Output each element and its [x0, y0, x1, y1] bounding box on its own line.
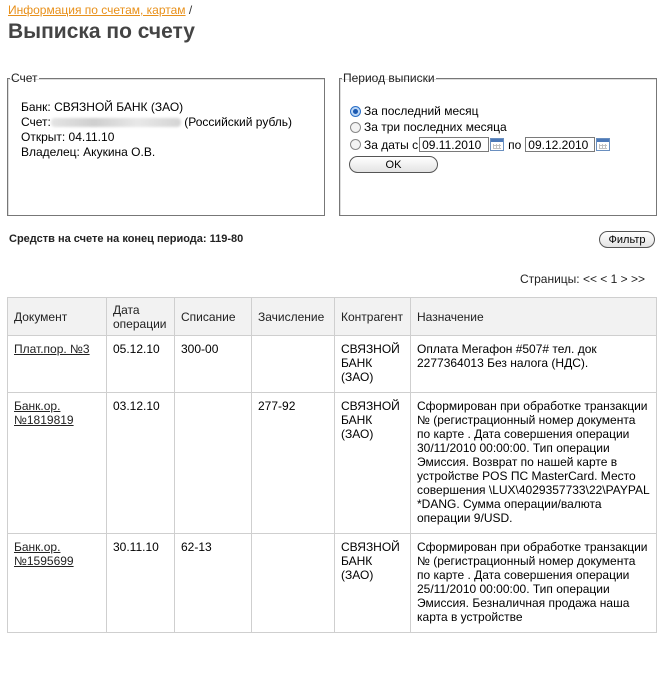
period-option-three-months[interactable]: За три последних месяца — [350, 120, 507, 134]
cell-date: 30.11.10 — [106, 533, 175, 633]
date-from-input[interactable] — [419, 137, 490, 152]
period-option-label: За три последних месяца — [364, 120, 507, 134]
column-header-date: Дата операции — [106, 297, 175, 336]
cell-purpose: Сформирован при обработке транзакции № (… — [410, 533, 657, 633]
period-option-last-month[interactable]: За последний месяц — [350, 104, 479, 118]
column-header-credit: Зачисление — [251, 297, 335, 336]
period-option-dates[interactable]: За даты с по — [350, 137, 614, 152]
filter-button[interactable]: Фильтр — [599, 231, 655, 248]
column-header-counterparty: Контрагент — [334, 297, 411, 336]
cell-credit — [251, 335, 335, 393]
period-option-label: За даты с — [364, 137, 419, 152]
account-currency: (Российский рубль) — [184, 115, 293, 129]
table-row: Банк.ор. №1819819 03.12.10 277-92 СВЯЗНО… — [7, 392, 657, 534]
column-header-document: Документ — [7, 297, 107, 336]
document-link[interactable]: Банк.ор. №1819819 — [14, 399, 74, 427]
date-to-input[interactable] — [525, 137, 596, 152]
breadcrumb: Информация по счетам, картам / — [8, 3, 192, 17]
period-end-balance: Средств на счете на конец периода: 119-8… — [9, 233, 244, 245]
radio-last-month[interactable] — [350, 105, 361, 117]
cell-counterparty: СВЯЗНОЙ БАНК (ЗАО) — [334, 392, 411, 534]
period-option-label: За последний месяц — [364, 104, 479, 118]
cell-debit — [174, 392, 252, 534]
breadcrumb-link-accounts[interactable]: Информация по счетам, картам — [8, 3, 186, 17]
account-number-label: Счет: — [21, 115, 51, 129]
cell-debit: 62-13 — [174, 533, 252, 633]
document-link[interactable]: Банк.ор. №1595699 — [14, 540, 74, 568]
page-title: Выписка по счету — [8, 20, 195, 43]
cell-counterparty: СВЯЗНОЙ БАНК (ЗАО) — [334, 335, 411, 393]
date-to-label: по — [508, 137, 522, 152]
account-number-redacted — [50, 118, 181, 128]
account-opened: Открыт: 04.11.10 — [21, 130, 115, 144]
cell-date: 03.12.10 — [106, 392, 175, 534]
cell-purpose: Сформирован при обработке транзакции № (… — [410, 392, 657, 534]
account-legend: Счет — [11, 71, 38, 85]
period-legend: Период выписки — [343, 71, 435, 85]
ok-button[interactable]: OK — [349, 156, 438, 173]
account-bank: Банк: СВЯЗНОЙ БАНК (ЗАО) — [21, 100, 184, 114]
cell-credit — [251, 533, 335, 633]
account-details: Банк: СВЯЗНОЙ БАНК (ЗАО) Счет: (Российск… — [21, 100, 292, 160]
cell-credit: 277-92 — [251, 392, 335, 534]
column-header-purpose: Назначение — [410, 297, 657, 336]
cell-document: Банк.ор. №1595699 — [7, 533, 107, 633]
statement-table: Документ Дата операции Списание Зачислен… — [7, 297, 657, 633]
calendar-icon[interactable] — [490, 138, 505, 151]
table-row: Банк.ор. №1595699 30.11.10 62-13 СВЯЗНОЙ… — [7, 533, 657, 633]
radio-dates[interactable] — [350, 139, 361, 150]
cell-counterparty: СВЯЗНОЙ БАНК (ЗАО) — [334, 533, 411, 633]
cell-debit: 300-00 — [174, 335, 252, 393]
breadcrumb-separator: / — [188, 3, 193, 17]
table-row: Плат.пор. №3 05.12.10 300-00 СВЯЗНОЙ БАН… — [7, 335, 657, 393]
column-header-debit: Списание — [174, 297, 252, 336]
account-owner: Владелец: Акукина О.В. — [21, 145, 156, 159]
cell-document: Банк.ор. №1819819 — [7, 392, 107, 534]
radio-three-months[interactable] — [350, 121, 361, 133]
calendar-icon[interactable] — [596, 138, 611, 151]
pagination[interactable]: Страницы: << < 1 > >> — [520, 272, 645, 286]
period-fieldset: Период выписки За последний месяц За три… — [339, 71, 657, 216]
account-fieldset: Счет Банк: СВЯЗНОЙ БАНК (ЗАО) Счет: (Рос… — [7, 71, 325, 216]
account-number-line: Счет: (Российский рубль) — [21, 115, 292, 130]
document-link[interactable]: Плат.пор. №3 — [14, 342, 90, 356]
cell-document: Плат.пор. №3 — [7, 335, 107, 393]
cell-date: 05.12.10 — [106, 335, 175, 393]
cell-purpose: Оплата Мегафон #507# тел. док 2277364013… — [410, 335, 657, 393]
table-header-row: Документ Дата операции Списание Зачислен… — [7, 297, 657, 336]
